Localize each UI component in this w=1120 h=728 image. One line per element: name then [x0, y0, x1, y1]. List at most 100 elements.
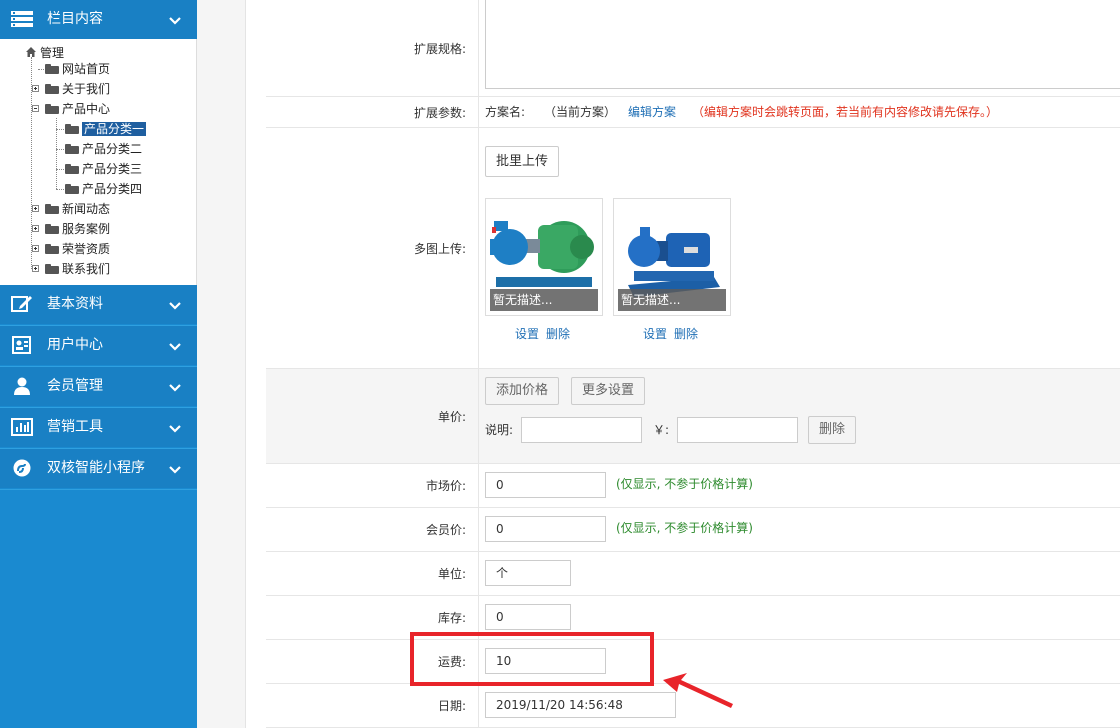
edit-icon [11, 295, 33, 313]
sidebar-section-content[interactable]: 栏目内容 [0, 0, 197, 39]
home-icon [25, 45, 37, 57]
tree-item-news[interactable]: 新闻动态 [32, 200, 110, 218]
sidebar-section-label: 营销工具 [47, 419, 103, 435]
tree-item-label: 荣誉资质 [62, 242, 111, 256]
expand-icon[interactable] [32, 245, 39, 252]
sidebar-section-mini-program[interactable]: 双核智能小程序 [0, 449, 197, 488]
stock-row: 库存: 0 [266, 596, 1120, 640]
expand-icon[interactable] [32, 265, 39, 272]
price-currency-label: ￥: [653, 423, 670, 437]
date-label: 日期: [266, 684, 479, 727]
date-input[interactable]: 2019/11/20 14:56:48 [485, 692, 676, 718]
add-price-button[interactable]: 添加价格 [485, 377, 560, 405]
image-caption: 暂无描述... [490, 289, 598, 311]
chevron-down-icon [169, 381, 181, 392]
chevron-down-icon [169, 463, 181, 474]
chevron-down-icon [169, 422, 181, 433]
product-image-thumb[interactable]: 暂无描述... [485, 198, 603, 316]
delete-price-button[interactable]: 删除 [808, 416, 857, 444]
tree-item-label: 产品分类四 [82, 182, 143, 196]
market-price-input[interactable]: 0 [485, 472, 606, 498]
arrow-annotation [663, 673, 733, 708]
sidebar-section-label: 用户中心 [47, 337, 103, 353]
unit-label: 单位: [266, 552, 479, 595]
ext-spec-textarea[interactable] [485, 0, 1120, 89]
image-delete-link[interactable]: 删除 [674, 327, 698, 341]
tree-item-cases[interactable]: 服务案例 [32, 220, 111, 238]
folder-icon [45, 84, 59, 94]
sidebar-section-marketing-tools[interactable]: 营销工具 [0, 408, 197, 447]
page-gutter [197, 0, 245, 728]
folder-icon [65, 184, 79, 194]
stock-label: 库存: [266, 596, 479, 639]
product-edit-form: 扩展规格: 扩展参数: 方案名: （当前方案） 编辑方案 （编辑方案时会跳转页面… [245, 0, 1120, 728]
unit-row: 单位: 个 [266, 552, 1120, 596]
sidebar-section-label: 双核智能小程序 [47, 460, 145, 476]
ext-params-row: 扩展参数: 方案名: （当前方案） 编辑方案 （编辑方案时会跳转页面，若当前有内… [266, 97, 1120, 128]
more-settings-button[interactable]: 更多设置 [571, 377, 646, 405]
stock-input[interactable]: 0 [485, 604, 571, 630]
image-set-link[interactable]: 设置 [643, 327, 667, 341]
scheme-name-value: （当前方案） [544, 105, 617, 119]
folder-icon [65, 124, 79, 134]
image-delete-link[interactable]: 删除 [546, 327, 570, 341]
folder-icon [65, 164, 79, 174]
product-image-thumb[interactable]: 暂无描述... [613, 198, 731, 316]
sidebar-section-label: 栏目内容 [47, 11, 103, 27]
bar-chart-icon [11, 418, 33, 436]
tree-item-label: 产品分类二 [82, 142, 143, 156]
tree-item-about[interactable]: 关于我们 [32, 80, 110, 98]
scheme-warning-text: （编辑方案时会跳转页面，若当前有内容修改请先保存。） [692, 105, 999, 119]
collapse-icon[interactable] [32, 105, 39, 112]
tree-item-category-3[interactable]: 产品分类三 [65, 160, 142, 178]
folder-icon [45, 244, 59, 254]
member-price-input[interactable]: 0 [485, 516, 606, 542]
tree-root-label: 管理 [40, 46, 65, 60]
miniprogram-icon [11, 459, 33, 477]
category-tree: 管理 网站首页 关于我们 产品中心 产品分类一 产品分类二 产品分类三 产品分类… [0, 39, 197, 285]
multi-upload-row: 多图上传: 批里上传 暂无描述... 设置 删除 暂无描述... 设置 删除 [266, 128, 1120, 369]
image-actions: 设置 删除 [515, 325, 577, 342]
sidebar-section-basic-info[interactable]: 基本资料 [0, 285, 197, 324]
folder-open-icon [45, 104, 59, 114]
tree-item-home[interactable]: 网站首页 [45, 60, 110, 78]
folder-icon [45, 64, 59, 74]
tree-item-category-2[interactable]: 产品分类二 [65, 140, 142, 158]
tree-item-label: 产品分类三 [82, 162, 143, 176]
price-desc-input[interactable] [521, 417, 642, 443]
image-caption: 暂无描述... [618, 289, 726, 311]
image-set-link[interactable]: 设置 [515, 327, 539, 341]
sidebar-section-label: 基本资料 [47, 296, 103, 312]
expand-icon[interactable] [32, 225, 39, 232]
folder-icon [45, 264, 59, 274]
user-icon [11, 377, 33, 395]
unit-price-row: 单价: 添加价格 更多设置 说明: ￥: 删除 [266, 369, 1120, 464]
chevron-down-icon [169, 299, 181, 310]
ext-params-label: 扩展参数: [266, 97, 479, 127]
unit-input[interactable]: 个 [485, 560, 571, 586]
tree-item-category-1[interactable]: 产品分类一 [65, 120, 147, 138]
tree-item-label: 服务案例 [62, 222, 111, 236]
tree-item-label: 网站首页 [62, 62, 111, 76]
sidebar-section-user-center[interactable]: 用户中心 [0, 326, 197, 365]
tree-item-label: 联系我们 [62, 262, 111, 276]
chevron-down-icon [169, 340, 181, 351]
sidebar-section-label: 会员管理 [47, 378, 103, 394]
ext-spec-label: 扩展规格: [266, 0, 479, 96]
chevron-down-icon [169, 14, 181, 25]
tree-item-honors[interactable]: 荣誉资质 [32, 240, 111, 258]
tree-item-products[interactable]: 产品中心 [32, 100, 111, 118]
expand-icon[interactable] [32, 85, 39, 92]
batch-upload-button[interactable]: 批里上传 [485, 146, 560, 177]
edit-scheme-link[interactable]: 编辑方案 [628, 104, 676, 120]
price-amount-input[interactable] [677, 417, 798, 443]
tree-item-label: 产品中心 [62, 102, 111, 116]
price-desc-label: 说明: [485, 423, 514, 437]
sidebar-section-member-management[interactable]: 会员管理 [0, 367, 197, 406]
expand-icon[interactable] [32, 205, 39, 212]
shipping-input[interactable]: 10 [485, 648, 606, 674]
market-price-label: 市场价: [266, 464, 479, 507]
tree-item-category-4[interactable]: 产品分类四 [65, 180, 142, 198]
member-price-hint: (仅显示, 不参于价格计算) [616, 521, 753, 535]
tree-item-contact[interactable]: 联系我们 [32, 260, 111, 278]
